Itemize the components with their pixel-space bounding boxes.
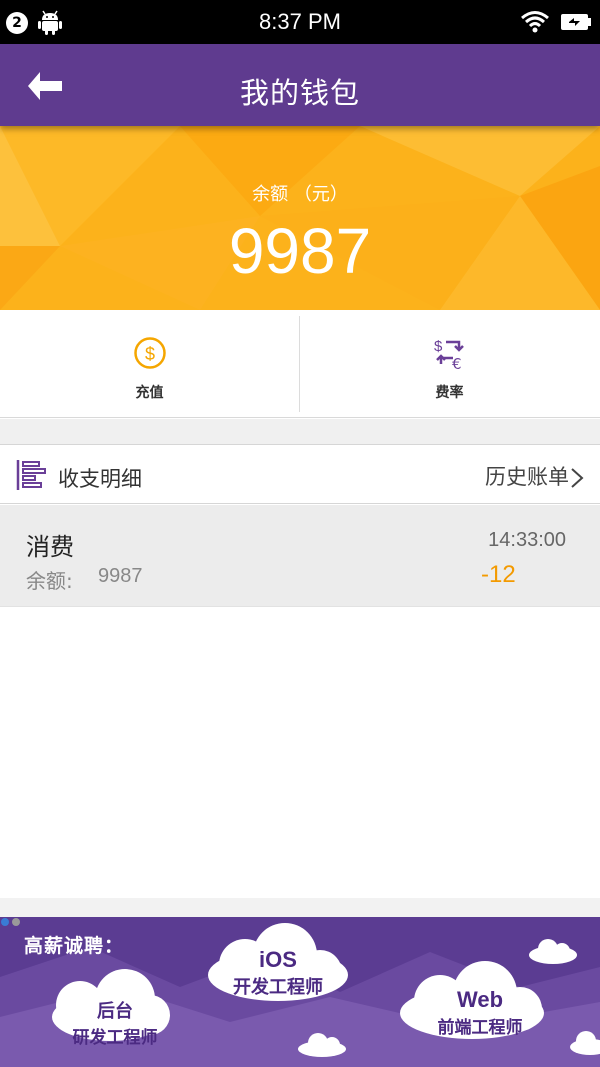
- rates-button[interactable]: $ € 费率: [300, 310, 599, 418]
- transaction-balance-value: 9987: [98, 565, 143, 587]
- wifi-icon: [521, 11, 549, 33]
- banner-headline: 高薪诚聘：: [24, 935, 125, 957]
- page-title: 我的钱包: [239, 76, 360, 110]
- status-bar: 2 8:37 PM: [0, 0, 600, 44]
- rates-label: 费率: [435, 385, 464, 401]
- wallet-actions: $ 充值 $ € 费率: [0, 310, 600, 418]
- job-title-ios-line1: iOS: [259, 947, 297, 972]
- transaction-row[interactable]: 消费 余额: 9987 14:33:00 -12: [0, 505, 600, 607]
- ledger-title: 收支明细: [58, 467, 142, 491]
- transaction-list-empty-area: [0, 608, 600, 898]
- balance-amount: 9987: [228, 215, 372, 287]
- svg-text:$: $: [434, 338, 443, 355]
- transaction-type: 消费: [26, 533, 74, 561]
- clock: 8:37 PM: [259, 9, 341, 34]
- job-title-ios-line2: 开发工程师: [233, 977, 323, 998]
- job-bubble-web: Web 前端工程师: [420, 987, 540, 1038]
- recharge-label: 充值: [135, 385, 164, 401]
- currency-exchange-icon: $ €: [434, 338, 464, 370]
- app-bar: 我的钱包: [0, 44, 600, 126]
- recruitment-banner[interactable]: 高薪诚聘： 后台 研发工程师 iOS 开发工程师 Web 前端工程师: [0, 917, 600, 1067]
- transaction-amount: -12: [481, 561, 516, 588]
- section-spacer: [0, 419, 600, 445]
- balance-label: 余额 （元）: [252, 184, 348, 205]
- job-title-backend-line1: 后台: [97, 1001, 133, 1022]
- job-title-backend-line2: 研发工程师: [72, 1028, 158, 1048]
- svg-text:€: €: [452, 355, 462, 370]
- job-bubble-ios: iOS 开发工程师: [218, 947, 338, 999]
- battery-charging-icon: [561, 14, 591, 30]
- banner-spacer: [0, 898, 600, 917]
- recharge-button[interactable]: $ 充值: [0, 310, 299, 418]
- job-title-web-line2: 前端工程师: [437, 1018, 523, 1038]
- balance-card: 余额 （元） 9987: [0, 126, 600, 310]
- transaction-time: 14:33:00: [488, 529, 566, 551]
- ledger-header: 收支明细 历史账单: [0, 446, 600, 504]
- svg-text:$: $: [145, 344, 155, 364]
- bar-list-icon: [16, 460, 46, 490]
- history-bills-link[interactable]: 历史账单: [485, 461, 584, 491]
- job-title-web-line1: Web: [456, 987, 504, 1012]
- chevron-right-icon: [571, 468, 584, 488]
- history-bills-label: 历史账单: [485, 465, 569, 489]
- transaction-balance-label: 余额:: [26, 569, 73, 593]
- banner-page-indicator[interactable]: [0, 917, 30, 927]
- job-bubble-backend: 后台 研发工程师: [60, 997, 170, 1048]
- dollar-coin-icon: $: [134, 337, 166, 369]
